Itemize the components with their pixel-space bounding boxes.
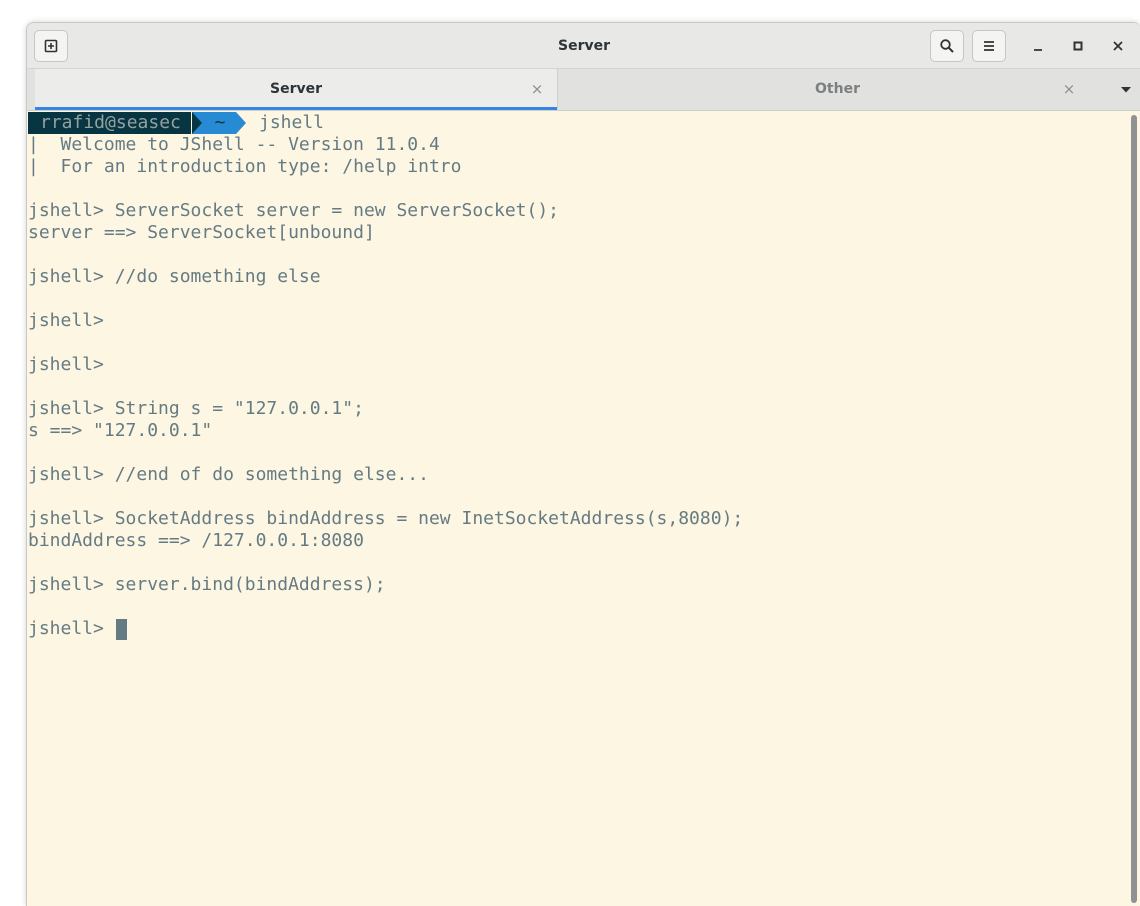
terminal-line: jshell> //do something else bbox=[28, 266, 321, 287]
tab-close-icon[interactable]: × bbox=[527, 69, 547, 110]
tab-label: Server bbox=[269, 81, 322, 97]
tabs-dropdown-button[interactable] bbox=[1111, 69, 1140, 110]
terminal-line: jshell> String s = "127.0.0.1"; bbox=[28, 398, 364, 419]
chevron-down-icon bbox=[1121, 86, 1131, 92]
prompt-command: jshell bbox=[259, 112, 325, 133]
terminal-line: jshell> ServerSocket server = new Server… bbox=[28, 200, 560, 221]
terminal-line: s ==> "127.0.0.1" bbox=[28, 420, 213, 441]
terminal-line: | For an introduction type: /help intro bbox=[28, 156, 462, 177]
tab-bar: Server × Other × bbox=[27, 69, 1140, 111]
shell-prompt: rrafid@seasec ~ jshell bbox=[28, 112, 348, 134]
minimize-icon bbox=[1034, 49, 1042, 51]
close-icon bbox=[1113, 41, 1123, 51]
terminal-line: jshell> server.bind(bindAddress); bbox=[28, 574, 386, 595]
terminal-line: jshell> SocketAddress bindAddress = new … bbox=[28, 508, 744, 529]
terminal-window: Server Server × Other × rrafid@seasec ~ … bbox=[26, 22, 1140, 906]
terminal-line: jshell> bbox=[28, 354, 104, 375]
minimize-button[interactable] bbox=[1026, 34, 1050, 58]
maximize-icon bbox=[1073, 41, 1083, 51]
close-button[interactable] bbox=[1106, 34, 1130, 58]
terminal-line: jshell> bbox=[28, 310, 104, 331]
terminal-line: | Welcome to JShell -- Version 11.0.4 bbox=[28, 134, 440, 155]
prompt-dir: ~ bbox=[204, 112, 236, 134]
prompt-user: rrafid@seasec bbox=[28, 112, 191, 134]
terminal-line: server ==> ServerSocket[unbound] bbox=[28, 222, 375, 243]
scrollbar-thumb[interactable] bbox=[1131, 115, 1137, 903]
hamburger-menu-icon bbox=[984, 41, 994, 51]
new-tab-icon bbox=[44, 39, 58, 53]
terminal-line: jshell> //end of do something else... bbox=[28, 464, 429, 485]
menu-button[interactable] bbox=[972, 30, 1006, 62]
new-tab-button[interactable] bbox=[34, 30, 68, 62]
header-bar: Server bbox=[27, 23, 1140, 69]
maximize-button[interactable] bbox=[1066, 34, 1090, 58]
terminal-output[interactable]: rrafid@seasec ~ jshell | Welcome to JShe… bbox=[28, 111, 1128, 906]
prompt-end-icon bbox=[236, 112, 246, 134]
terminal-line: bindAddress ==> /127.0.0.1:8080 bbox=[28, 530, 364, 551]
search-icon bbox=[940, 39, 954, 53]
tab-label: Other bbox=[815, 81, 860, 97]
tab-other[interactable]: Other × bbox=[557, 69, 1117, 110]
text-cursor bbox=[116, 619, 127, 640]
search-button[interactable] bbox=[930, 30, 964, 62]
tab-close-icon[interactable]: × bbox=[1059, 69, 1079, 110]
tab-server[interactable]: Server × bbox=[35, 69, 557, 110]
scrollbar[interactable] bbox=[1130, 113, 1138, 905]
terminal-line: jshell> bbox=[28, 618, 115, 639]
prompt-separator-icon bbox=[192, 112, 204, 134]
